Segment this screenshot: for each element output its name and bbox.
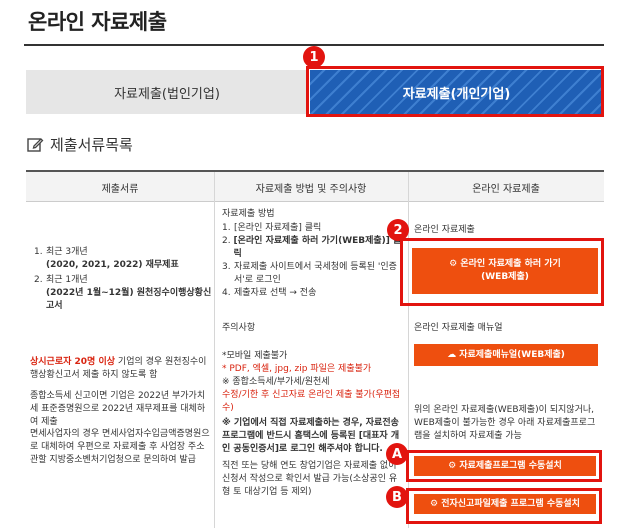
badge-a: A: [386, 443, 408, 465]
list-item: 3. 자료제출 사이트에서 국세청에 등록된 '인증서'로 로그인: [222, 262, 397, 285]
manual-button[interactable]: ☁ 자료제출매뉴얼(WEB제출): [414, 344, 598, 366]
method-steps: 1. [온라인 자료제출] 클릭 2. [온라인 자료제출 하러 가기(WEB제출)…: [222, 222, 402, 300]
list-item: 1. [온라인 자료제출] 클릭: [222, 223, 322, 233]
list-item: 4. 제출자료 선택 → 전송: [222, 288, 317, 298]
list-item: 2. [온라인 자료제출 하러 가기(WEB제출)] 클릭: [222, 236, 402, 259]
section-title: 제출서류목록: [26, 134, 133, 155]
note-taxfree: 면세사업자의 경우 면세사업자수입금액증명원으로 대체하여 우편으로 자료제출 …: [30, 429, 210, 465]
tab-corporate[interactable]: 자료제출(법인기업): [26, 70, 308, 114]
note-employees: 상시근로자 20명 이상 기업의 경우 원천징수이행상황신고서 제출 하지 않도…: [30, 357, 207, 380]
highlight-box-tab: [306, 66, 604, 117]
online-label: 온라인 자료제출: [414, 225, 475, 235]
table-header: 제출서류 자료제출 방법 및 주의사항 온라인 자료제출: [26, 172, 604, 202]
cautions-heading: 주의사항: [222, 323, 256, 333]
header-documents: 제출서류: [101, 183, 139, 195]
manual-label: 온라인 자료제출 매뉴얼: [414, 323, 503, 333]
section-title-text: 제출서류목록: [50, 136, 133, 154]
highlight-box-b: [406, 488, 602, 524]
edit-icon: [27, 137, 44, 152]
list-item: 1. 최근 3개년 (2020, 2021, 2022) 재무제표: [34, 247, 179, 270]
badge-one: 1: [303, 46, 325, 68]
page-title: 온라인 자료제출: [28, 10, 167, 34]
list-item: 2. 최근 1개년 (2022년 1월~12월) 원천징수이행상황신고서: [34, 275, 212, 311]
header-online: 온라인 자료제출: [472, 183, 540, 195]
column-divider: [214, 172, 215, 528]
highlight-box-a: [406, 450, 602, 482]
fallback-note: 위의 온라인 자료제출(WEB제출)이 되지않거나, WEB제출이 불가능한 경…: [414, 405, 596, 441]
header-method: 자료제출 방법 및 주의사항: [255, 183, 367, 195]
badge-b: B: [386, 486, 408, 508]
document-list: 1. 최근 3개년 (2020, 2021, 2022) 재무제표 2. 최근 …: [34, 246, 214, 315]
method-heading: 자료제출 방법: [222, 209, 275, 219]
cautions-body: *모바일 제출불가 * PDF, 엑셀, jpg, zip 파일은 제출불가 ※…: [222, 351, 401, 497]
highlight-box-web: [400, 238, 604, 306]
note-vat: 종합소득세 신고이면 기업은 2022년 부가가치세 표준증명원으로 2022년…: [30, 391, 206, 427]
